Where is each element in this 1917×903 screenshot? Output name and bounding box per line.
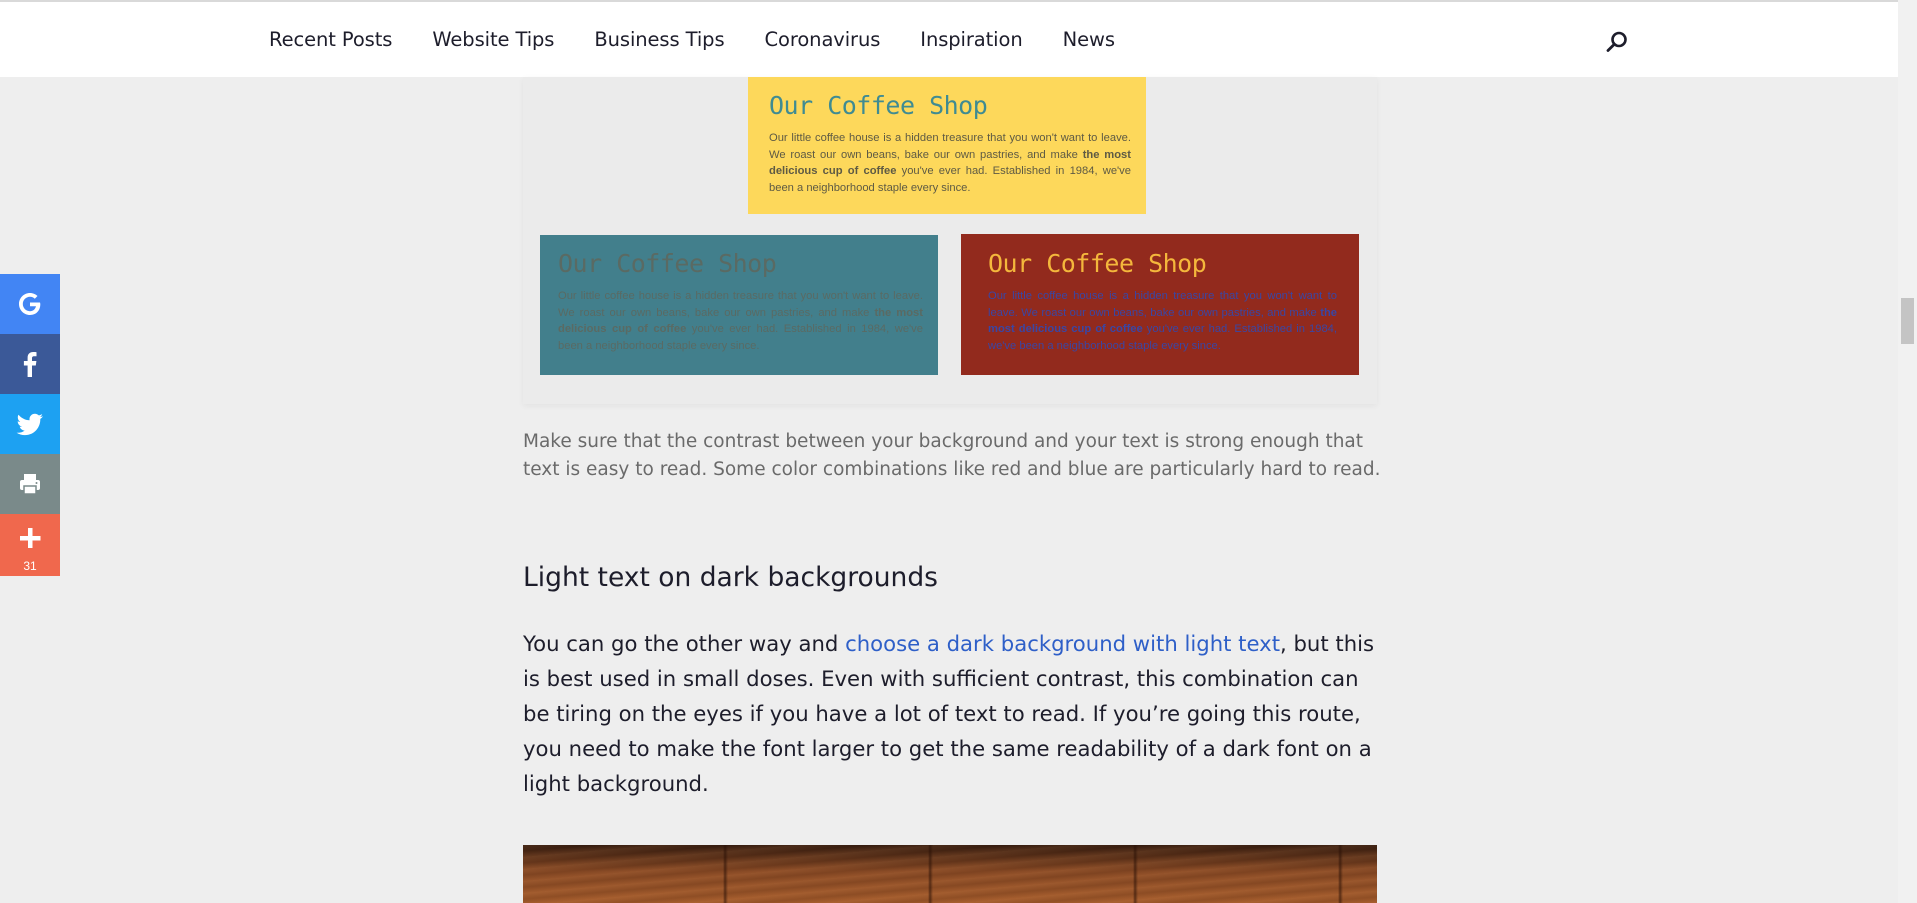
google-icon [19,293,41,315]
nav-item-business-tips[interactable]: Business Tips [594,28,724,51]
top-navigation: Recent Posts Website Tips Business Tips … [0,0,1898,77]
paragraph-text: You can go the other way and [523,631,846,656]
swatch-body: Our little coffee house is a hidden trea… [988,290,1337,352]
swatch-title: Our Coffee Shop [558,249,777,278]
print-button[interactable] [0,454,60,514]
printer-icon [20,474,40,495]
wood-background-image [523,845,1377,903]
dark-background-link[interactable]: choose a dark background with light text [845,631,1280,656]
share-count: 31 [23,559,37,573]
google-share-button[interactable] [0,274,60,334]
yellow-swatch: Our Coffee Shop Our little coffee house … [748,77,1146,214]
nav-item-website-tips[interactable]: Website Tips [432,28,554,51]
search-icon[interactable] [1605,30,1629,54]
blue-swatch: Our Coffee Shop Our little coffee house … [540,235,938,375]
facebook-icon [23,352,37,377]
swatch-body: Our little coffee house is a hidden trea… [769,132,1131,194]
swatch-title: Our Coffee Shop [769,91,988,120]
red-swatch: Our Coffee Shop Our little coffee house … [961,234,1359,375]
scrollbar-thumb[interactable] [1901,298,1914,344]
nav-item-coronavirus[interactable]: Coronavirus [765,28,881,51]
plus-icon [20,528,41,548]
nav-item-news[interactable]: News [1063,28,1115,51]
image-caption: Make sure that the contrast between your… [523,431,1381,480]
nav-item-inspiration[interactable]: Inspiration [920,28,1022,51]
nav-item-recent-posts[interactable]: Recent Posts [269,28,392,51]
twitter-icon [16,413,43,436]
contrast-example-image: Our Coffee Shop Our little coffee house … [523,77,1377,404]
social-share-bar: 31 [0,274,60,576]
nav-menu: Recent Posts Website Tips Business Tips … [269,28,1155,51]
twitter-share-button[interactable] [0,394,60,454]
swatch-body: Our little coffee house is a hidden trea… [558,290,923,352]
more-share-button[interactable]: 31 [0,514,60,576]
section-heading: Light text on dark backgrounds [523,562,938,593]
article-paragraph: You can go the other way and choose a da… [523,626,1383,801]
facebook-share-button[interactable] [0,334,60,394]
swatch-title: Our Coffee Shop [988,249,1207,278]
scrollbar-track[interactable] [1898,0,1917,903]
